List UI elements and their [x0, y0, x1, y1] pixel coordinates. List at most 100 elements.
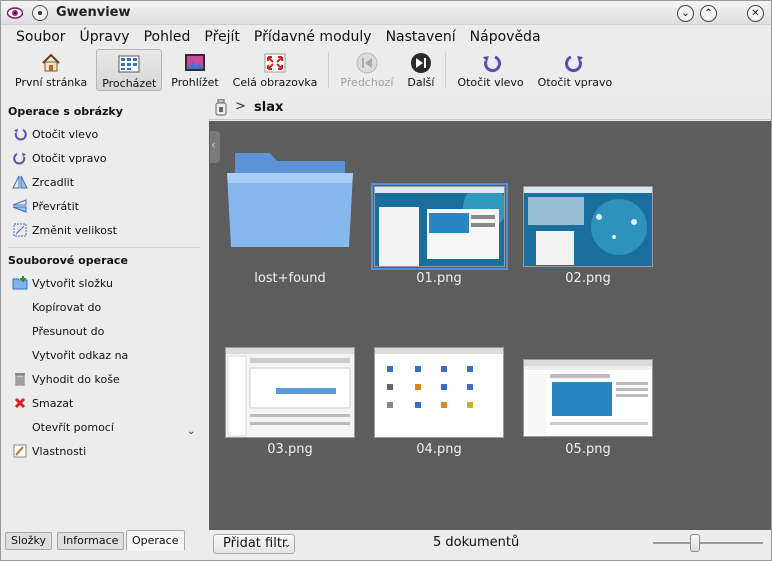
next-icon [410, 52, 432, 74]
sidebar-resize-label: Změnit velikost [32, 223, 117, 237]
sidebar-link-to[interactable]: Vytvořit odkaz na [32, 345, 128, 365]
rotate-left-icon [12, 126, 28, 142]
gwenview-app-icon[interactable] [7, 5, 23, 21]
previous-label: Předchozí [340, 76, 394, 89]
browse-label: Procházet [102, 77, 157, 90]
chevron-right-icon: > [235, 99, 246, 114]
sidebar-tabs: Složky Informace Operace [1, 530, 208, 552]
minimize-button[interactable]: ⌄ [677, 5, 694, 22]
desktop-screenshot-icon [524, 187, 652, 266]
item-caption[interactable]: 02.png [518, 271, 658, 286]
breadcrumb: > slax [209, 96, 771, 120]
toolbar-separator [328, 52, 330, 88]
sidebar-toggle-handle[interactable] [210, 131, 220, 163]
trash-icon [12, 371, 28, 387]
delete-icon [12, 395, 28, 411]
sidebar-mirror-label: Zrcadlit [32, 175, 75, 189]
previous-button[interactable]: Předchozí [335, 49, 398, 91]
thumbnail-image[interactable] [371, 183, 508, 270]
chevron-up-icon: ⌃ [704, 8, 713, 19]
previous-icon [356, 52, 378, 74]
menu-help[interactable]: Nápověda [463, 29, 548, 45]
sidebar-rotate-right-label: Otočit vpravo [32, 151, 107, 165]
tab-information[interactable]: Informace [57, 532, 125, 550]
thumbnail-image[interactable] [523, 359, 653, 437]
thumbnail-image[interactable] [523, 186, 653, 267]
view-image-icon [184, 52, 206, 74]
home-button[interactable]: První stránka [10, 49, 92, 91]
add-filter-button[interactable]: Přidat filtr ⌄ [213, 534, 295, 554]
close-button[interactable]: ✕ [747, 5, 764, 22]
menu-file[interactable]: Soubor [9, 29, 73, 45]
menu-settings[interactable]: Nastavení [379, 29, 463, 45]
sidebar-rotate-left-label: Otočit vlevo [32, 127, 99, 141]
sidebar-mirror[interactable]: Zrcadlit [12, 172, 74, 192]
image-operations-title: Operace s obrázky [8, 105, 123, 118]
usb-drive-icon[interactable] [215, 99, 227, 116]
new-folder-icon [12, 275, 28, 291]
zoom-slider-handle[interactable] [690, 534, 700, 552]
maximize-button[interactable]: ⌃ [700, 5, 717, 22]
item-caption[interactable]: lost+found [220, 271, 360, 286]
zoom-slider-track[interactable] [653, 542, 763, 544]
sidebar-delete[interactable]: Smazat [12, 393, 73, 413]
view-button[interactable]: Prohlížet [166, 49, 223, 91]
chevron-down-icon: ⌄ [283, 540, 291, 550]
pin-icon[interactable] [32, 5, 48, 21]
folder-icon[interactable] [225, 149, 355, 251]
menu-go[interactable]: Přejít [197, 29, 247, 45]
thumbnail-image[interactable] [225, 347, 355, 438]
rotate-left-label: Otočit vlevo [457, 76, 524, 89]
add-filter-label: Přidat filtr [223, 536, 288, 551]
sidebar-flip[interactable]: Převrátit [12, 196, 79, 216]
sidebar-rotate-right[interactable]: Otočit vpravo [12, 148, 107, 168]
window-title: Gwenview [56, 5, 131, 20]
sidebar-properties[interactable]: Vlastnosti [12, 441, 86, 461]
thumbnail-image[interactable] [374, 347, 504, 438]
mirror-icon [12, 174, 28, 190]
close-icon: ✕ [751, 8, 760, 19]
rotate-left-button[interactable]: Otočit vlevo [452, 49, 528, 91]
web-page-screenshot-icon [524, 360, 652, 436]
next-button[interactable]: Další [402, 49, 439, 91]
window-screenshot-icon [375, 348, 503, 437]
toolbar-separator [445, 52, 447, 88]
item-caption[interactable]: 01.png [369, 271, 509, 286]
sidebar-link-to-label: Vytvořit odkaz na [32, 348, 129, 362]
menu-view[interactable]: Pohled [137, 29, 198, 45]
item-caption[interactable]: 03.png [220, 442, 360, 457]
sidebar-trash-label: Vyhodit do koše [32, 372, 120, 386]
menu-edit[interactable]: Úpravy [73, 29, 137, 45]
breadcrumb-current[interactable]: slax [254, 100, 283, 115]
sidebar-copy-to[interactable]: Kopírovat do [32, 297, 101, 317]
sidebar-rotate-left[interactable]: Otočit vlevo [12, 124, 98, 144]
browse-grid-icon [118, 53, 140, 75]
next-label: Další [407, 76, 435, 89]
view-label: Prohlížet [171, 76, 219, 89]
chevron-down-icon[interactable]: ⌄ [187, 426, 195, 437]
sidebar-resize[interactable]: Změnit velikost [12, 220, 117, 240]
sidebar: Operace s obrázky Otočit vlevo Otočit vp… [1, 96, 208, 528]
fullscreen-icon [264, 52, 286, 74]
item-caption[interactable]: 04.png [369, 442, 509, 457]
sidebar-separator [8, 247, 200, 248]
tab-folders[interactable]: Složky [5, 532, 53, 550]
menu-plugins[interactable]: Přídavné moduly [247, 29, 379, 45]
sidebar-move-to[interactable]: Přesunout do [32, 321, 104, 341]
resize-icon [12, 222, 28, 238]
sidebar-open-with[interactable]: Otevřít pomocí [32, 417, 114, 437]
desktop-screenshot-icon [375, 187, 504, 266]
fullscreen-button[interactable]: Celá obrazovka [228, 49, 323, 91]
browse-button[interactable]: Procházet [96, 49, 163, 91]
tab-operations[interactable]: Operace [126, 530, 185, 551]
file-operations-title: Souborové operace [8, 254, 128, 267]
rotate-right-button[interactable]: Otočit vpravo [533, 49, 618, 91]
main-toolbar: První stránka Procházet Prohlížet Celá o… [1, 49, 771, 94]
sidebar-trash[interactable]: Vyhodit do koše [12, 369, 120, 389]
sidebar-create-folder[interactable]: Vytvořit složku [12, 273, 113, 293]
document-count: 5 dokumentů [433, 535, 520, 550]
rotate-right-icon [564, 52, 586, 74]
item-caption[interactable]: 05.png [518, 442, 658, 457]
menu-bar: Soubor Úpravy Pohled Přejít Přídavné mod… [1, 25, 771, 49]
sidebar-copy-to-label: Kopírovat do [32, 300, 102, 314]
